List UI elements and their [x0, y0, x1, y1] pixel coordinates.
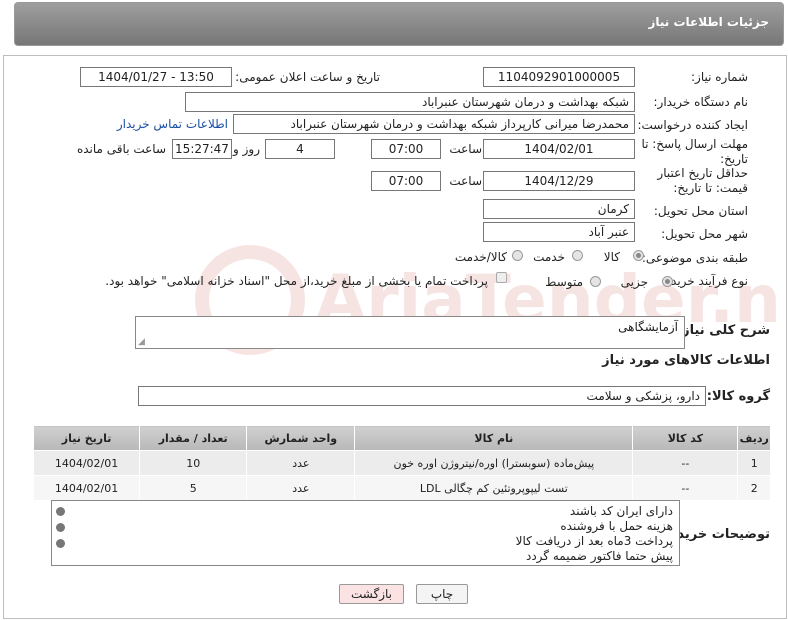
table-header-row: ردیف کد کالا نام کالا واحد شمارش تعداد /…	[32, 425, 771, 451]
deadline-time-label: ساعت	[449, 142, 482, 156]
cell-item-code: --	[632, 475, 739, 501]
deadline-time-field[interactable]: 07:00	[371, 139, 441, 159]
goods-section-title: اطلاعات کالاهای مورد نیاز	[602, 353, 770, 368]
notes-line: دارای ایران کد باشند	[569, 504, 673, 518]
cell-need-date: 1404/02/01	[32, 450, 141, 476]
deadline-label: مهلت ارسال پاسخ: تا تاریخ:	[641, 137, 748, 166]
buyer-org-label: نام دستگاه خریدار:	[653, 95, 749, 109]
cell-unit: عدد	[246, 450, 356, 476]
scroll-dot-icon	[56, 523, 65, 532]
validity-label: حداقل تاریخ اعتبار قیمت: تا تاریخ:	[657, 166, 748, 195]
col-item-code: کد کالا	[632, 425, 739, 451]
back-button[interactable]: بازگشت	[339, 584, 404, 604]
category-label: طبقه بندی موضوعی:	[641, 251, 748, 265]
summary-text: آزمایشگاهی	[618, 320, 678, 334]
process-radio-medium[interactable]	[590, 276, 601, 287]
process-label: نوع فرآیند خرید :	[663, 274, 748, 288]
days-label: روز و	[233, 142, 260, 156]
payment-note: پرداخت تمام یا بخشی از مبلغ خرید،از محل …	[105, 274, 488, 288]
notes-line: هزینه حمل با فروشنده	[560, 519, 673, 533]
requester-field[interactable]: محمدرضا میرانی کارپرداز شبکه بهداشت و در…	[233, 114, 635, 134]
category-option-goods-service: کالا/خدمت	[454, 250, 507, 264]
process-option-minor: جزیی	[620, 275, 648, 289]
col-item-name: نام کالا	[354, 425, 634, 451]
category-radio-goods-service[interactable]	[512, 250, 523, 261]
need-number-field[interactable]: 1104092901000005	[483, 67, 635, 87]
summary-label: شرح کلی نیاز:	[676, 323, 770, 338]
remaining-label: ساعت باقی مانده	[76, 142, 166, 156]
province-label: استان محل تحویل:	[653, 204, 748, 218]
validity-time-field[interactable]: 07:00	[371, 171, 441, 191]
page-title: جزئیات اطلاعات نیاز	[648, 15, 769, 29]
category-radio-goods[interactable]	[633, 250, 644, 261]
process-option-medium: متوسط	[545, 275, 583, 289]
col-row-number: ردیف	[737, 425, 771, 451]
city-label: شهر محل تحویل:	[661, 227, 748, 241]
scroll-dot-icon	[56, 539, 65, 548]
remaining-time-field[interactable]: 15:27:47	[172, 139, 232, 159]
category-option-service: خدمت	[533, 250, 565, 264]
goods-table: ردیف کد کالا نام کالا واحد شمارش تعداد /…	[32, 425, 771, 501]
need-number-label: شماره نیاز:	[691, 70, 748, 84]
table-row[interactable]: 1 -- پیش‌ماده (سوبسترا) اوره/نیتروژن اور…	[32, 450, 771, 476]
cell-row-number: 1	[737, 450, 771, 476]
cell-quantity: 5	[139, 475, 248, 501]
col-quantity: تعداد / مقدار	[139, 425, 248, 451]
notes-line: پرداخت 3ماه بعد از دریافت کالا	[515, 534, 673, 548]
notes-scrollbar[interactable]	[54, 503, 68, 563]
col-unit: واحد شمارش	[246, 425, 356, 451]
buyer-notes-textarea[interactable]: دارای ایران کد باشند هزینه حمل با فروشند…	[51, 500, 680, 566]
goods-group-label: گروه کالا:	[706, 389, 770, 404]
col-need-date: تاریخ نیاز	[32, 425, 141, 451]
cell-quantity: 10	[139, 450, 248, 476]
requester-label: ایجاد کننده درخواست:	[637, 118, 748, 132]
announce-label: تاریخ و ساعت اعلان عمومی:	[235, 70, 380, 84]
cell-row-number: 2	[737, 475, 771, 501]
category-radio-service[interactable]	[572, 250, 583, 261]
print-button[interactable]: چاپ	[416, 584, 468, 604]
treasury-payment-checkbox[interactable]	[496, 272, 507, 283]
cell-unit: عدد	[246, 475, 356, 501]
contact-buyer-link[interactable]: اطلاعات تماس خریدار	[117, 117, 228, 131]
validity-date-field[interactable]: 1404/12/29	[483, 171, 635, 191]
notes-line: پیش حتما فاکتور ضمیمه گردد	[525, 549, 673, 563]
header-panel: جزئیات اطلاعات نیاز	[14, 2, 784, 46]
buyer-org-field[interactable]: شبکه بهداشت و درمان شهرستان عنبراباد	[185, 92, 635, 112]
days-field[interactable]: 4	[265, 139, 335, 159]
announce-field[interactable]: 1404/01/27 - 13:50	[80, 67, 232, 87]
table-row[interactable]: 2 -- تست لیپوپروتئین کم چگالی LDL عدد 5 …	[32, 475, 771, 501]
cell-item-name: تست لیپوپروتئین کم چگالی LDL	[354, 475, 634, 501]
process-radio-minor[interactable]	[662, 276, 673, 287]
cell-need-date: 1404/02/01	[32, 475, 141, 501]
summary-textarea[interactable]: آزمایشگاهی ◢	[135, 316, 685, 349]
cell-item-code: --	[632, 450, 739, 476]
resize-grip-icon[interactable]: ◢	[138, 337, 145, 347]
category-option-goods: کالا	[603, 250, 620, 264]
validity-time-label: ساعت	[449, 174, 482, 188]
province-field[interactable]: کرمان	[483, 199, 635, 219]
goods-group-field[interactable]: دارو، پزشکی و سلامت	[138, 386, 706, 406]
scroll-dot-icon	[56, 507, 65, 516]
city-field[interactable]: عنبر آباد	[483, 222, 635, 242]
deadline-date-field[interactable]: 1404/02/01	[483, 139, 635, 159]
cell-item-name: پیش‌ماده (سوبسترا) اوره/نیتروژن اوره خون	[354, 450, 634, 476]
